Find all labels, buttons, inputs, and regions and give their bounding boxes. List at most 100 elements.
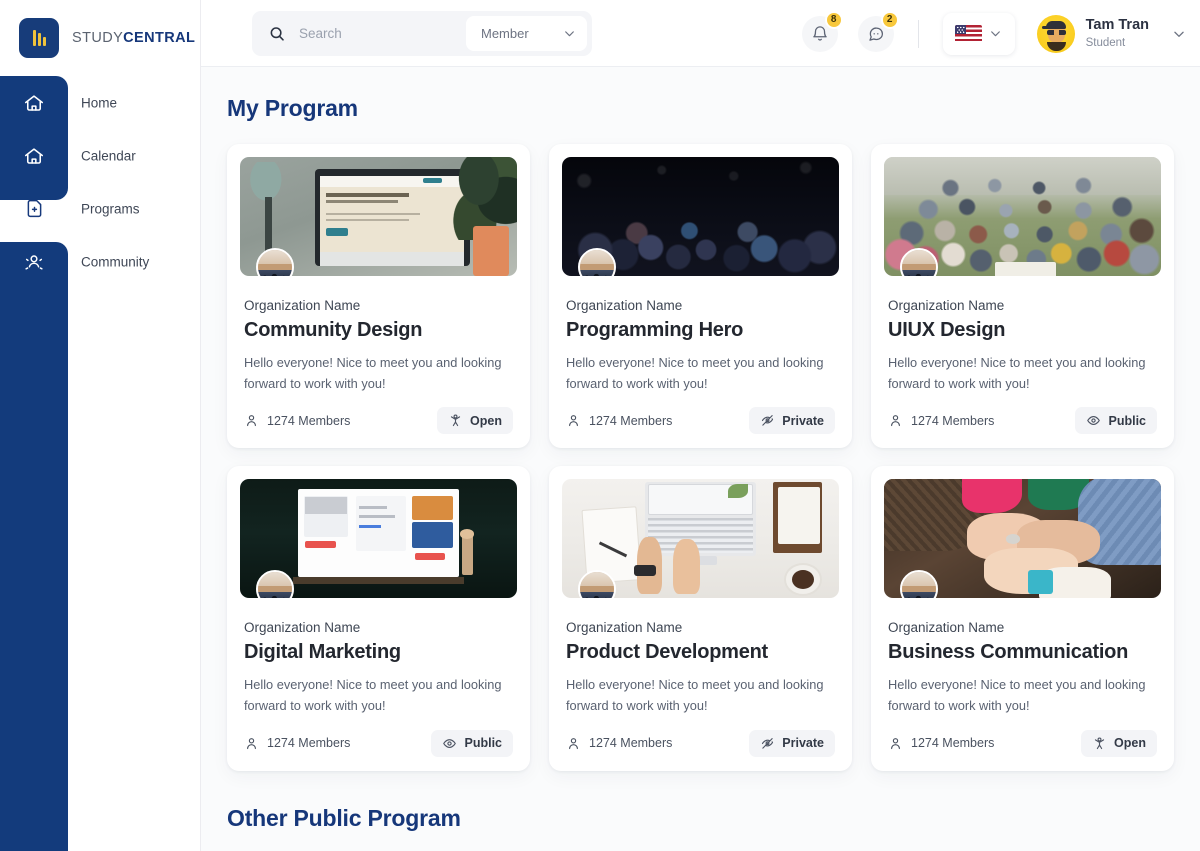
status-badge-label: Open	[470, 414, 502, 428]
chevron-down-icon	[1172, 27, 1186, 41]
card-body: Organization Name UIUX Design Hello ever…	[884, 276, 1161, 394]
card-body: Organization Name Product Development He…	[562, 598, 839, 716]
sidebar-item-label-community: Community	[81, 254, 149, 269]
card-image	[884, 479, 1161, 598]
card-org: Organization Name	[244, 298, 513, 313]
card-avatar	[578, 570, 616, 598]
card-members: 1274 Members	[244, 736, 350, 751]
card-image	[240, 157, 517, 276]
card-image	[562, 479, 839, 598]
card-members-label: 1274 Members	[589, 736, 672, 750]
status-badge[interactable]: Open	[437, 407, 513, 434]
notifications-badge: 8	[825, 11, 843, 29]
header-actions: 8 2 Tam Tran S	[782, 0, 1186, 67]
card-title: Business Communication	[888, 641, 1157, 664]
program-card[interactable]: Organization Name Programming Hero Hello…	[549, 144, 852, 448]
bars-logo-icon	[19, 18, 59, 58]
sidebar: STUDYCENTRAL Home Calendar Program	[0, 0, 201, 851]
person-icon	[244, 736, 259, 751]
card-members-label: 1274 Members	[911, 414, 994, 428]
card-body: Organization Name Business Communication…	[884, 598, 1161, 716]
card-image	[562, 157, 839, 276]
card-org: Organization Name	[244, 620, 513, 635]
bell-icon	[811, 25, 829, 43]
card-members: 1274 Members	[566, 736, 672, 751]
status-badge-label: Public	[1108, 414, 1146, 428]
file-plus-icon	[22, 197, 46, 221]
sidebar-item-calendar[interactable]: Calendar	[0, 129, 201, 182]
status-badge[interactable]: Private	[749, 730, 835, 757]
status-badge-label: Private	[782, 736, 824, 750]
sidebar-item-programs[interactable]: Programs	[0, 182, 201, 235]
sidebar-item-home[interactable]: Home	[0, 76, 201, 129]
avatar	[1037, 15, 1075, 53]
card-members: 1274 Members	[566, 413, 672, 428]
user-role: Student	[1086, 35, 1149, 51]
status-badge[interactable]: Public	[431, 730, 513, 757]
messages-button[interactable]: 2	[858, 16, 894, 52]
status-badge-label: Open	[1114, 736, 1146, 750]
card-org: Organization Name	[566, 620, 835, 635]
user-meta: Tam Tran Student	[1086, 16, 1149, 50]
card-description: Hello everyone! Nice to meet you and loo…	[566, 675, 835, 716]
card-title: Digital Marketing	[244, 641, 513, 664]
card-members-label: 1274 Members	[589, 414, 672, 428]
user-menu[interactable]: Tam Tran Student	[1037, 15, 1186, 53]
card-members: 1274 Members	[888, 413, 994, 428]
card-body: Organization Name Community Design Hello…	[240, 276, 517, 394]
sidebar-item-label-home: Home	[81, 95, 117, 110]
header-divider	[918, 20, 919, 48]
main-content: My Program	[201, 67, 1200, 851]
card-members-label: 1274 Members	[267, 736, 350, 750]
card-title: Product Development	[566, 641, 835, 664]
status-badge[interactable]: Open	[1081, 730, 1157, 757]
section-title-other-public: Other Public Program	[227, 805, 1200, 832]
sidebar-nav: Home Calendar Programs Community	[0, 76, 201, 288]
card-members-label: 1274 Members	[911, 736, 994, 750]
status-badge[interactable]: Public	[1075, 407, 1157, 434]
card-avatar	[256, 570, 294, 598]
card-footer: 1274 Members Open	[240, 394, 517, 448]
card-avatar	[900, 570, 938, 598]
search-input[interactable]	[299, 26, 444, 41]
card-image	[884, 157, 1161, 276]
card-title: Community Design	[244, 319, 513, 342]
users-icon	[22, 250, 46, 274]
status-badge-label: Public	[464, 736, 502, 750]
program-card[interactable]: Organization Name Digital Marketing Hell…	[227, 466, 530, 770]
card-footer: 1274 Members Public	[240, 717, 517, 771]
member-filter-label: Member	[481, 26, 529, 41]
brand-name-part1: STUDY	[72, 30, 123, 46]
language-selector[interactable]	[943, 13, 1015, 55]
program-card[interactable]: Organization Name UIUX Design Hello ever…	[871, 144, 1174, 448]
eye-icon	[1086, 413, 1101, 428]
notifications-button[interactable]: 8	[802, 16, 838, 52]
search-icon	[268, 25, 286, 43]
card-description: Hello everyone! Nice to meet you and loo…	[888, 353, 1157, 394]
program-card[interactable]: Organization Name Community Design Hello…	[227, 144, 530, 448]
card-members: 1274 Members	[888, 736, 994, 751]
program-card-grid: Organization Name Community Design Hello…	[227, 144, 1200, 771]
member-filter-dropdown[interactable]: Member	[466, 16, 587, 51]
messages-badge: 2	[881, 11, 899, 29]
status-badge[interactable]: Private	[749, 407, 835, 434]
brand-logo[interactable]: STUDYCENTRAL	[19, 18, 195, 58]
card-description: Hello everyone! Nice to meet you and loo…	[888, 675, 1157, 716]
card-title: UIUX Design	[888, 319, 1157, 342]
sidebar-item-label-calendar: Calendar	[81, 148, 136, 163]
page-title: My Program	[227, 95, 1200, 122]
person-icon	[888, 413, 903, 428]
card-footer: 1274 Members Open	[884, 717, 1161, 771]
card-avatar	[900, 248, 938, 276]
card-org: Organization Name	[888, 298, 1157, 313]
card-footer: 1274 Members Private	[562, 717, 839, 771]
person-icon	[888, 736, 903, 751]
card-body: Organization Name Digital Marketing Hell…	[240, 598, 517, 716]
program-card[interactable]: Organization Name Product Development He…	[549, 466, 852, 770]
home-icon	[22, 144, 46, 168]
card-members-label: 1274 Members	[267, 414, 350, 428]
program-card[interactable]: Organization Name Business Communication…	[871, 466, 1174, 770]
sidebar-item-community[interactable]: Community	[0, 235, 201, 288]
home-icon	[22, 91, 46, 115]
brand-name: STUDYCENTRAL	[72, 30, 195, 46]
